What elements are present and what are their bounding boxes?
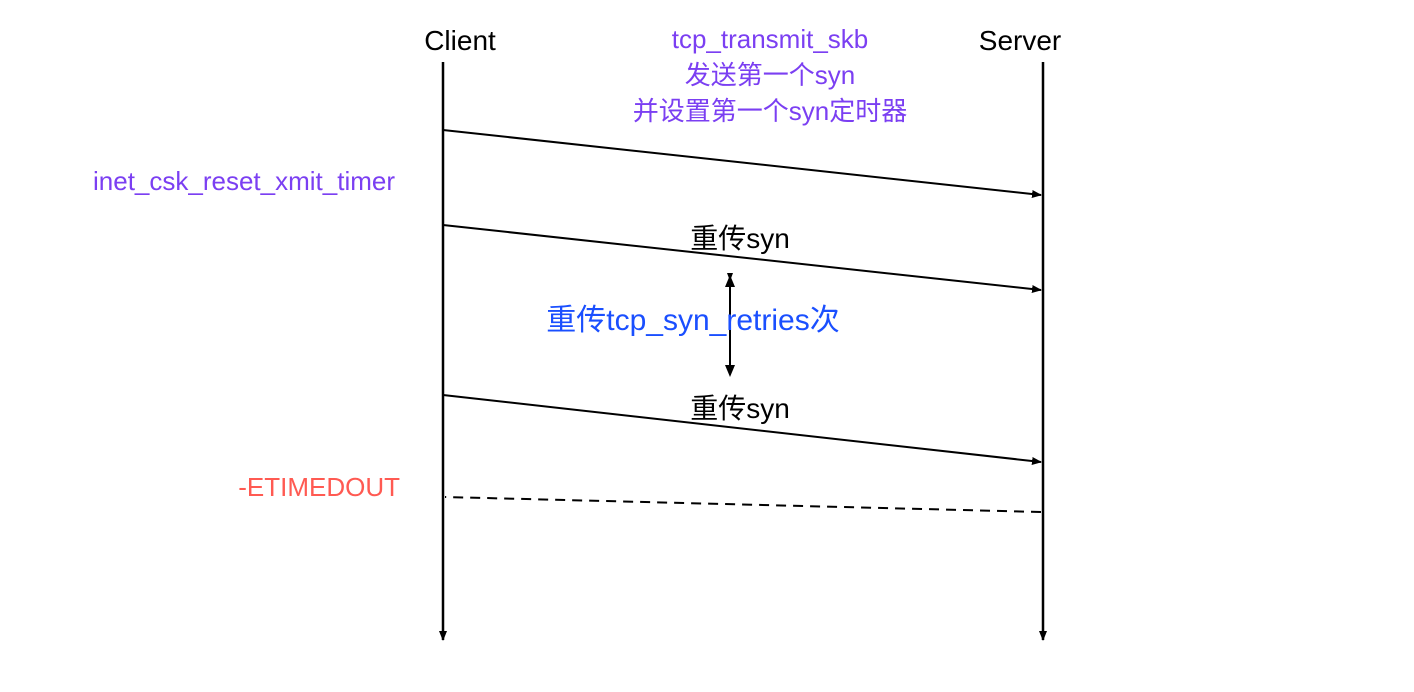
tcp-transmit-note: tcp_transmit_skb <box>672 24 869 54</box>
syn-arrow-1 <box>443 130 1041 195</box>
timeout-dashed-line <box>445 497 1041 512</box>
retries-count-note: 重传tcp_syn_retries次 <box>546 304 839 337</box>
client-label: Client <box>424 25 496 56</box>
inet-csk-reset-timer-note: inet_csk_reset_xmit_timer <box>93 166 395 196</box>
etimedout-label: -ETIMEDOUT <box>238 472 400 502</box>
send-first-syn-note: 发送第一个syn <box>685 60 855 90</box>
set-timer-note: 并设置第一个syn定时器 <box>633 96 907 126</box>
retrans-syn-label-n: 重传syn <box>690 393 790 424</box>
retrans-syn-label-1: 重传syn <box>690 223 790 254</box>
server-label: Server <box>979 25 1061 56</box>
tcp-syn-timeout-sequence-diagram: Client Server tcp_transmit_skb 发送第一个syn … <box>0 0 1414 692</box>
